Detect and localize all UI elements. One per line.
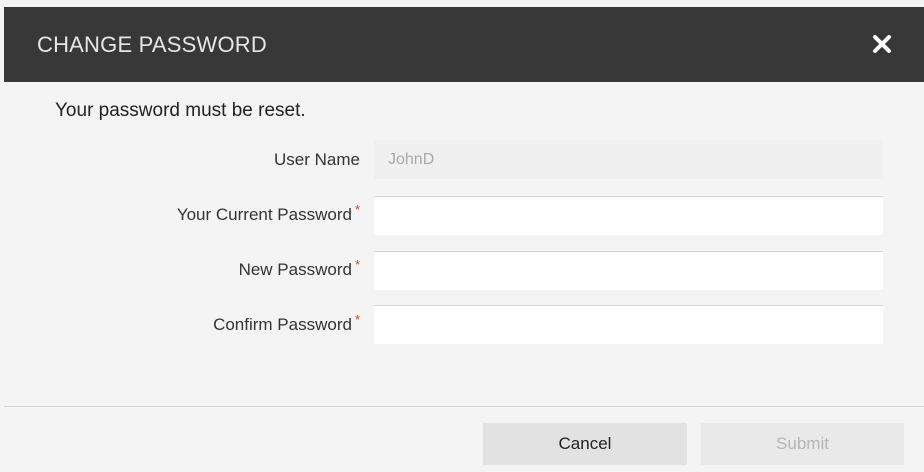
dialog-body bbox=[4, 82, 924, 406]
submit-button[interactable]: Submit bbox=[701, 423, 904, 465]
cancel-button[interactable]: Cancel bbox=[483, 423, 687, 465]
required-marker: * bbox=[354, 312, 360, 327]
dialog-title: CHANGE PASSWORD bbox=[37, 32, 267, 57]
required-marker: * bbox=[354, 257, 360, 272]
change-password-dialog: CHANGE PASSWORD Your password must be re… bbox=[0, 0, 924, 472]
close-button[interactable] bbox=[868, 30, 896, 58]
username-label-text: User Name bbox=[274, 150, 360, 169]
confirm-password-label: Confirm Password * bbox=[20, 312, 360, 335]
reset-message: Your password must be reset. bbox=[55, 100, 306, 121]
required-marker: * bbox=[354, 202, 360, 217]
confirm-password-input[interactable] bbox=[374, 305, 883, 344]
username-label: User Name bbox=[20, 150, 360, 170]
new-password-input[interactable] bbox=[374, 251, 883, 290]
current-password-label: Your Current Password * bbox=[20, 202, 360, 225]
current-password-input[interactable] bbox=[374, 196, 883, 235]
new-password-label: New Password * bbox=[20, 257, 360, 280]
new-password-label-text: New Password bbox=[238, 260, 352, 279]
confirm-password-label-text: Confirm Password bbox=[213, 315, 352, 334]
current-password-label-text: Your Current Password bbox=[176, 205, 352, 224]
close-icon bbox=[873, 35, 891, 53]
username-field bbox=[374, 140, 883, 179]
top-strip bbox=[0, 0, 924, 7]
